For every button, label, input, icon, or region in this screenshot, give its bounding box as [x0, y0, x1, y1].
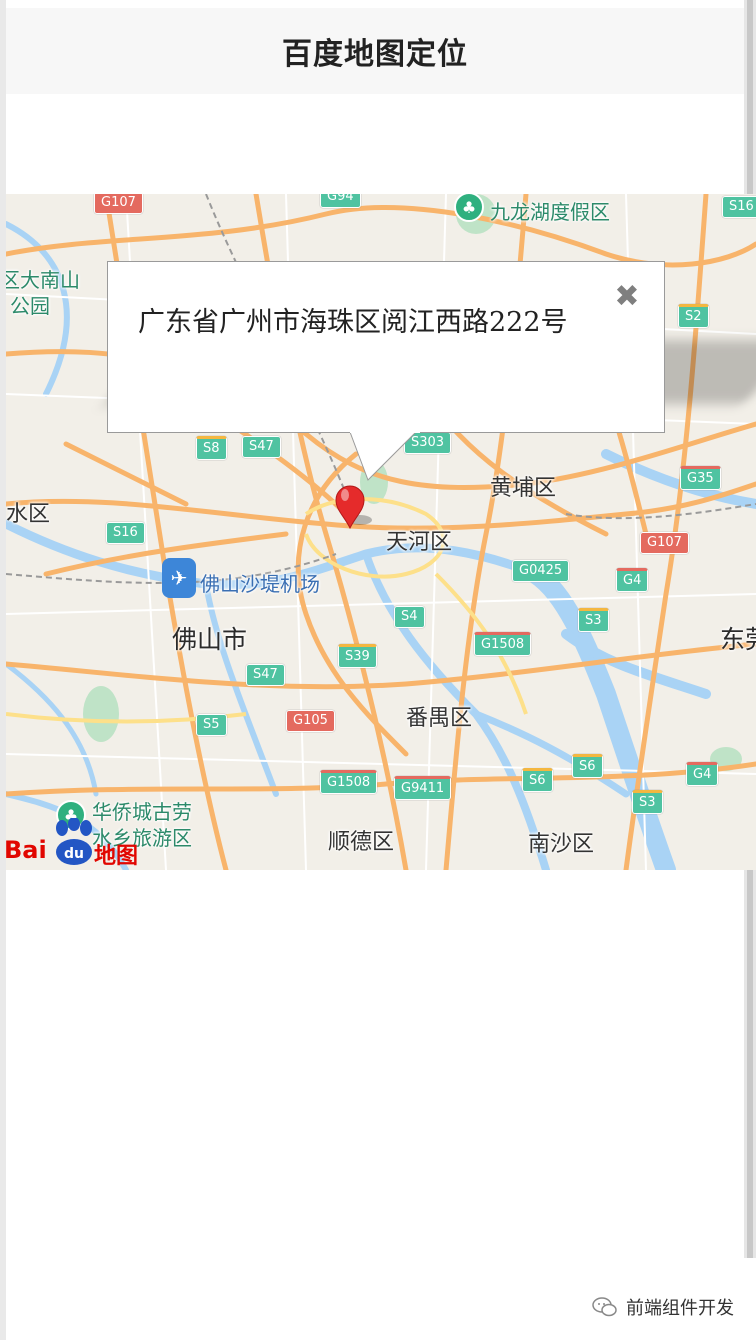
- close-icon[interactable]: ✖: [612, 282, 642, 312]
- road-shield-g4: G4: [616, 568, 649, 592]
- road-shield-g35: G35: [680, 466, 721, 490]
- road-shield-s47: S47: [242, 436, 281, 458]
- baidu-logo-text: Bai: [4, 836, 47, 864]
- baidu-logo-map-text: 地图: [94, 844, 139, 869]
- poi-nanshan-1[interactable]: 区大南山: [6, 264, 80, 293]
- road-shield-s16-left: S16: [106, 522, 145, 544]
- info-window-tail: [350, 430, 420, 481]
- road-shield-s3-lower: S3: [632, 790, 663, 814]
- baidu-logo-du: du: [64, 846, 84, 862]
- road-shield-s16: S16: [722, 196, 756, 218]
- address-text: 广东省广州市海珠区阅江西路222号: [138, 307, 568, 338]
- page-title: 百度地图定位: [282, 37, 468, 72]
- road-shield-g1508: G1508: [474, 632, 532, 656]
- road-shield-g107: G107: [94, 194, 143, 214]
- info-window: 广东省广州市海珠区阅江西路222号 ✖: [107, 261, 665, 433]
- road-shield-g1508-lower: G1508: [320, 770, 378, 794]
- road-shield-s6: S6: [522, 768, 553, 792]
- phone-frame: 百度地图定位 G107 G94 S16 S2 S8 S47 S303 G35 G…: [0, 0, 756, 1340]
- road-shield-g0425: G0425: [512, 560, 570, 582]
- label-nansha: 南沙区: [528, 832, 595, 857]
- road-shield-g107-right: G107: [640, 532, 689, 554]
- road-shield-s6-b: S6: [572, 754, 603, 778]
- road-shield-g9411: G9411: [394, 776, 452, 800]
- poi-nanshan-2[interactable]: 公园: [10, 290, 50, 319]
- road-shield-s4: S4: [394, 606, 425, 628]
- road-shield-g4-lower: G4: [686, 762, 719, 786]
- label-nanhai: 水区: [6, 502, 51, 527]
- road-shield-s47-lower: S47: [246, 664, 285, 686]
- watermark: 前端组件开发: [592, 1294, 734, 1320]
- label-tianhe: 天河区: [386, 530, 453, 555]
- poi-huaqiaocheng-1[interactable]: 华侨城古劳: [92, 796, 192, 825]
- page-header: 百度地图定位: [6, 8, 744, 94]
- road-shield-s5: S5: [196, 714, 227, 736]
- watermark-text: 前端组件开发: [626, 1298, 734, 1319]
- label-dongguan: 东莞: [720, 625, 756, 654]
- label-huangpu: 黄埔区: [490, 476, 557, 501]
- baidu-paw-icon: du: [56, 818, 92, 865]
- road-shield-s39: S39: [338, 644, 377, 668]
- airport-icon: ✈: [162, 558, 196, 598]
- wechat-icon: [592, 1297, 617, 1317]
- poi-airport[interactable]: 佛山沙堤机场: [200, 568, 320, 597]
- poi-jiulonghu[interactable]: 九龙湖度假区: [490, 196, 610, 225]
- road-shield-s3: S3: [578, 608, 609, 632]
- road-shield-s8: S8: [196, 436, 227, 460]
- road-shield-g94: G94: [320, 194, 361, 208]
- location-marker-icon[interactable]: [332, 482, 372, 532]
- label-shunde: 顺德区: [328, 830, 395, 855]
- road-shield-s2: S2: [678, 304, 709, 328]
- label-foshan: 佛山市: [172, 625, 248, 654]
- label-panyu: 番禺区: [406, 706, 473, 731]
- road-shield-g105: G105: [286, 710, 335, 732]
